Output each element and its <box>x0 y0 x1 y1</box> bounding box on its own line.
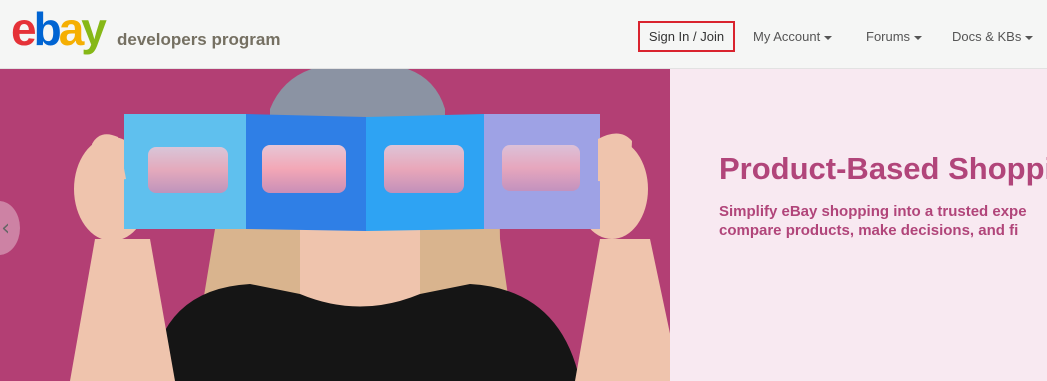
nav-docs-kbs-label: Docs & KBs <box>952 29 1022 44</box>
hero-title: Product-Based Shoppi <box>719 151 1047 186</box>
logo-letter-b: b <box>33 3 62 55</box>
nav-forums-label: Forums <box>866 29 911 44</box>
logo-letter-y: y <box>81 3 107 55</box>
hero-description-line-1: Simplify eBay shopping into a trusted ex… <box>719 203 1027 220</box>
chevron-left-icon: ‹ <box>1 215 10 241</box>
sign-in-join-link[interactable]: Sign In / Join <box>638 21 735 52</box>
nav-my-account[interactable]: My Account <box>753 21 833 52</box>
hero-description: Simplify eBay shopping into a trusted ex… <box>719 202 1047 240</box>
caret-down-icon <box>1025 35 1034 40</box>
caret-down-icon <box>824 35 833 40</box>
nav-forums[interactable]: Forums <box>866 21 923 52</box>
hero-carousel: ‹ Product-Based Shoppi Simplify eBay sho… <box>0 69 1047 381</box>
caret-down-icon <box>914 35 923 40</box>
logo-letter-a: a <box>58 3 85 55</box>
hero-image <box>0 69 670 381</box>
logo-letter-e: e <box>11 3 37 55</box>
nav-docs-kbs[interactable]: Docs & KBs <box>952 21 1034 52</box>
hero-illustration <box>70 69 670 381</box>
hero-description-line-2: compare products, make decisions, and fi <box>719 222 1019 239</box>
ebay-logo[interactable]: ebay <box>11 3 107 55</box>
nav-my-account-label: My Account <box>753 29 821 44</box>
brand-subtitle: developers program <box>117 30 281 49</box>
site-header: ebay developers program Sign In / Join M… <box>0 0 1047 69</box>
